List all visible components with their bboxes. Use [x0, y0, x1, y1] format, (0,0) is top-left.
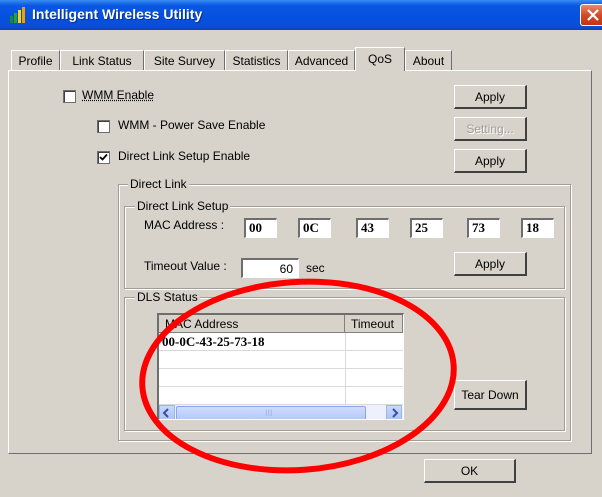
tab-qos[interactable]: QoS [355, 47, 405, 71]
tab-profile[interactable]: Profile [11, 50, 60, 70]
wmm-enable-checkbox[interactable] [63, 90, 76, 103]
wmm-enable-label: WMM Enable [82, 88, 154, 102]
direct-link-setup-checkbox[interactable] [97, 151, 110, 164]
tab-about[interactable]: About [405, 50, 452, 70]
scroll-left-icon [160, 406, 174, 420]
direct-link-setup-group-title: Direct Link Setup [135, 199, 230, 213]
wmm-power-save-label: WMM - Power Save Enable [118, 118, 265, 132]
power-save-setting-button[interactable]: Setting... [454, 117, 527, 141]
dls-status-group-title: DLS Status [135, 290, 200, 304]
scroll-thumb-grip: III [265, 407, 273, 419]
app-window: Intelligent Wireless Utility Profile Lin… [0, 0, 602, 497]
timeout-value-input[interactable]: 60 [241, 258, 299, 278]
column-header-timeout[interactable]: Timeout [345, 315, 403, 333]
check-icon [99, 153, 108, 162]
wmm-power-save-checkbox[interactable] [97, 120, 110, 133]
mac-octet-3-input[interactable]: 43 [356, 218, 389, 238]
mac-octet-5-input[interactable]: 73 [467, 218, 500, 238]
direct-link-setup-label: Direct Link Setup Enable [118, 149, 250, 163]
tab-statistics[interactable]: Statistics [225, 50, 288, 70]
timeout-apply-button[interactable]: Apply [454, 252, 527, 276]
timeout-value-label: Timeout Value : [144, 259, 227, 273]
mac-octet-6-input[interactable]: 18 [521, 218, 554, 238]
mac-address-label: MAC Address : [144, 218, 224, 232]
app-signal-icon [9, 6, 27, 24]
ok-button[interactable]: OK [424, 459, 516, 483]
mac-octet-1-input[interactable]: 00 [244, 218, 277, 238]
table-row-mac[interactable]: 00-0C-43-25-73-18 [162, 334, 265, 350]
wmm-apply-button[interactable]: Apply [454, 85, 527, 109]
tab-advanced[interactable]: Advanced [288, 50, 355, 70]
tear-down-button[interactable]: Tear Down [454, 380, 527, 410]
timeout-unit-label: sec [306, 261, 325, 275]
scroll-left-button[interactable] [159, 405, 175, 420]
close-button[interactable] [580, 4, 602, 26]
scroll-right-icon [387, 406, 401, 420]
scroll-thumb[interactable]: III [176, 406, 366, 420]
dls-status-list[interactable]: MAC Address Timeout 00-0C-43-25-73-18 II… [157, 313, 404, 420]
direct-link-group-title: Direct Link [128, 177, 189, 191]
mac-octet-2-input[interactable]: 0C [298, 218, 331, 238]
column-header-mac-address[interactable]: MAC Address [159, 315, 345, 333]
horizontal-scrollbar[interactable]: III [159, 405, 403, 420]
title-bar[interactable]: Intelligent Wireless Utility [0, 0, 602, 30]
close-icon [587, 9, 599, 21]
mac-octet-4-input[interactable]: 25 [410, 218, 443, 238]
tab-site-survey[interactable]: Site Survey [144, 50, 225, 70]
scroll-right-button[interactable] [386, 405, 402, 420]
tab-link-status[interactable]: Link Status [60, 50, 144, 70]
window-title: Intelligent Wireless Utility [32, 6, 202, 22]
direct-link-apply-button[interactable]: Apply [454, 149, 527, 173]
